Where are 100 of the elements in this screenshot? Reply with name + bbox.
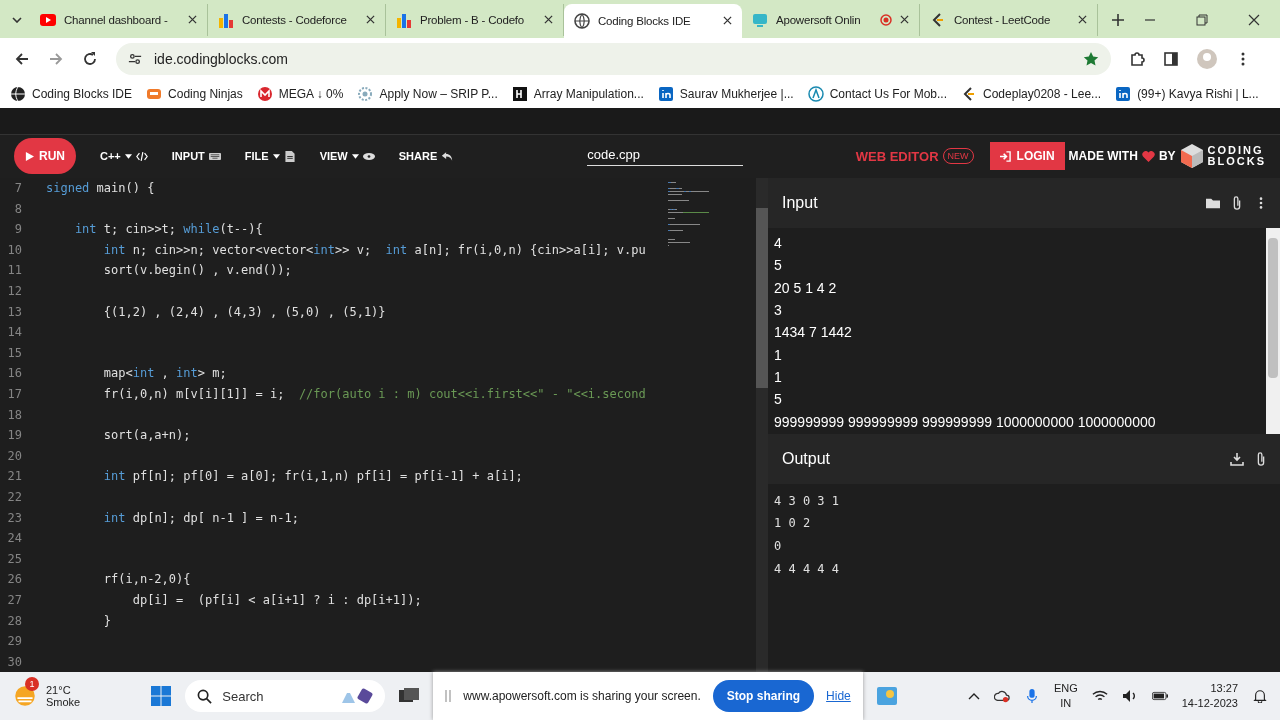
code-line: sort(v.begin() , v.end());	[103, 263, 292, 278]
web-editor-label: WEB EDITOR	[855, 148, 939, 164]
forward-arrow-icon[interactable]	[48, 50, 64, 67]
puzzle-icon[interactable]	[1129, 50, 1145, 67]
wifi-icon[interactable]	[1091, 689, 1108, 703]
close-icon[interactable]	[366, 15, 375, 25]
line-number: 14	[6, 325, 22, 340]
browser-tab[interactable]: Coding Blocks IDE	[564, 3, 742, 38]
back-arrow-icon[interactable]	[14, 50, 30, 67]
tab-list-caret-icon[interactable]	[12, 16, 22, 23]
line-number: 8	[13, 201, 22, 216]
code-line: int n; cin>>n; vector<vector<int>> v; int a[n]; fr(i,0,n) {cin>>a[i]; v.pu	[103, 242, 646, 257]
line-number: 10	[6, 242, 22, 257]
close-icon[interactable]	[723, 16, 732, 26]
line-number: 7	[13, 181, 22, 196]
bracket-logo-icon	[930, 11, 946, 28]
toolbar-menu[interactable]: FILE	[244, 150, 296, 163]
bookmark-link[interactable]: Codeplay0208 - Lee...	[961, 85, 1102, 102]
search-icon	[197, 688, 213, 704]
toolbar-menu[interactable]: VIEW	[319, 150, 375, 163]
code-line: map<int , int> m;	[103, 366, 227, 381]
bookmark-link[interactable]: Coding Ninjas	[146, 85, 243, 102]
bookmark-link[interactable]: (99+) Kavya Rishi | L...	[1115, 85, 1259, 102]
bookmark-link[interactable]: Saurav Mukherjee |...	[657, 85, 794, 102]
browser-tab[interactable]: Channel dashboard -	[30, 3, 208, 36]
line-number: 19	[6, 428, 22, 443]
brand-logo-icon	[256, 85, 273, 102]
code-line: fr(i,0,n) m[v[i][1]] = i; //for(auto i : m) cout<<i.first<<" - "<<i.second	[103, 387, 646, 401]
language-text[interactable]: ENG	[1053, 681, 1078, 696]
line-number: 13	[6, 304, 22, 319]
close-icon[interactable]	[1078, 15, 1087, 25]
stop-sharing-button[interactable]: Stop sharing	[712, 680, 815, 712]
keyboard-icon	[208, 150, 221, 162]
eye-icon	[362, 150, 375, 162]
toolbar-menu[interactable]: INPUT	[171, 150, 221, 163]
star-icon[interactable]	[1083, 50, 1099, 67]
toolbar-menu[interactable]: SHARE	[398, 150, 454, 163]
bookmark-link[interactable]: Coding Blocks IDE	[10, 85, 133, 102]
bookmark-link[interactable]: MEGA ↓ 0%	[256, 85, 344, 102]
bookmark-link[interactable]: Contact Us For Mob...	[807, 85, 948, 102]
brand-logo-icon	[657, 85, 674, 102]
line-number: 9	[13, 222, 22, 237]
login-button[interactable]: LOGIN	[989, 142, 1065, 171]
code-line: int pf[n]; pf[0] = a[0]; fr(i,1,n) pf[i] = pf[i-1] + a[i];	[103, 469, 523, 484]
line-number: 20	[6, 448, 22, 463]
input-textarea[interactable]: 4 5 20 5 1 4 2 3 1434 7 1442 1 1 5 999999999 999999999 999999999 1000000000 1000000000	[768, 227, 1280, 434]
globe-icon	[10, 85, 26, 102]
line-number: 11	[6, 263, 22, 278]
code-line: dp[i] = (pf[i] < a[i+1] ? i : dp[i+1]);	[132, 592, 422, 607]
close-icon[interactable]	[188, 15, 197, 25]
line-number: 16	[6, 366, 22, 381]
close-icon[interactable]	[900, 15, 909, 25]
code-line: signed main() {	[46, 181, 155, 196]
bookmark-link[interactable]: Array Manipulation...	[511, 85, 644, 102]
clock-time[interactable]: 13:27	[1210, 681, 1238, 696]
browser-tab[interactable]: Contest - LeetCode	[920, 3, 1098, 36]
drag-handle-icon[interactable]	[445, 690, 452, 702]
restore-icon[interactable]	[1196, 13, 1208, 26]
browser-tab[interactable]: Apowersoft Onlin	[742, 3, 920, 36]
address-bar[interactable]: ide.codingblocks.com	[116, 42, 1111, 75]
line-number: 27	[6, 592, 22, 607]
close-icon[interactable]	[1248, 13, 1260, 26]
clock-date[interactable]: 14-12-2023	[1181, 696, 1238, 711]
weather-haze-icon[interactable]	[12, 683, 38, 709]
toolbar-menu[interactable]: C++	[100, 150, 148, 163]
caret-icon	[124, 153, 132, 159]
cloud-icon[interactable]	[993, 689, 1010, 703]
region-text[interactable]: IN	[1060, 696, 1072, 711]
share-arrow-icon	[441, 150, 454, 162]
gear-icon	[357, 85, 374, 102]
taskbar-search-field[interactable]: Search	[185, 680, 386, 712]
site-settings-icon[interactable]	[128, 51, 142, 66]
bell-icon[interactable]	[1252, 689, 1268, 703]
download-icon[interactable]	[1230, 451, 1244, 466]
side-panel-icon[interactable]	[1163, 50, 1179, 67]
output-panel: 4 3 0 3 1 1 0 2 0 4 4 4 4 4	[768, 483, 1280, 672]
filename-field[interactable]: code.cpp	[587, 146, 744, 166]
close-icon[interactable]	[544, 15, 553, 25]
run-button[interactable]: RUN	[14, 138, 76, 175]
app-window-icon[interactable]	[399, 687, 420, 705]
windows-start-icon[interactable]	[151, 686, 172, 706]
new-tab-icon[interactable]	[1112, 13, 1124, 26]
scrollbar[interactable]	[756, 177, 768, 672]
line-number: 24	[6, 531, 22, 546]
line-number: 15	[6, 345, 22, 360]
sharing-message: www.apowersoft.com is sharing your screen.	[463, 689, 701, 703]
sign-in-icon	[999, 150, 1011, 162]
globe-icon	[574, 12, 590, 29]
reload-icon[interactable]	[82, 50, 98, 67]
bookmark-link[interactable]: Apply Now – SRIP P...	[357, 85, 498, 102]
browser-tab[interactable]: Contests - Codeforce	[208, 3, 386, 36]
logo-text: BLOCKS	[1207, 156, 1266, 168]
made-with-label: MADE WITH	[1068, 149, 1138, 164]
by-label: BY	[1158, 149, 1176, 164]
speaker-icon[interactable]	[1121, 689, 1138, 703]
science-drawing	[339, 687, 374, 705]
temperature-text: 21°C	[46, 684, 72, 696]
chevron-up-icon[interactable]	[967, 692, 980, 700]
battery-icon[interactable]	[1151, 689, 1168, 703]
hide-link[interactable]: Hide	[826, 689, 851, 703]
